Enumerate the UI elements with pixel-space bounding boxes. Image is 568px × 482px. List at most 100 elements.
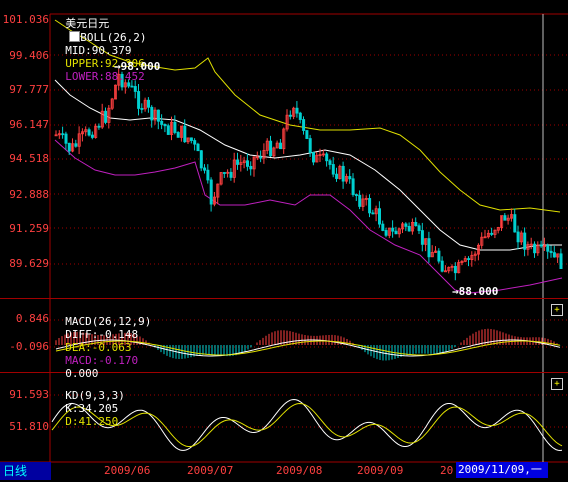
candle-body xyxy=(467,258,471,260)
boll-mid-line xyxy=(54,79,562,251)
candle-body xyxy=(427,238,431,258)
candle-body xyxy=(440,260,444,272)
candle-body xyxy=(552,252,556,258)
candle-body xyxy=(559,253,563,269)
candle-body xyxy=(328,160,332,165)
candle-body xyxy=(341,165,345,182)
boll-mid-value: MID:90.379 xyxy=(65,44,132,57)
candle-body xyxy=(259,156,263,159)
candle-body xyxy=(414,222,418,227)
candle-body xyxy=(311,152,315,163)
candle-body xyxy=(298,112,302,120)
macd-dea-value: DEA:-0.063 xyxy=(65,341,132,354)
candle-body xyxy=(236,159,240,165)
kd-title[interactable]: KD(9,3,3) xyxy=(65,389,125,402)
candle-body xyxy=(133,86,137,92)
candle-body xyxy=(209,179,213,205)
candle-body xyxy=(127,82,131,87)
candle-body xyxy=(358,194,362,207)
symbol-name: 美元日元 xyxy=(65,17,110,30)
boll-indicator-icon[interactable] xyxy=(69,31,81,42)
x-axis-label: 2009/07 xyxy=(187,464,234,477)
boll-indicator-label[interactable]: BOLL(26,2) xyxy=(80,31,146,44)
macd-axis-label: -0.096 xyxy=(9,340,49,353)
candle-body xyxy=(146,99,150,108)
candle-body xyxy=(549,250,553,254)
candle-body xyxy=(61,133,65,136)
candle-body xyxy=(203,167,207,171)
expand-kd-panel-button[interactable]: + xyxy=(551,378,563,390)
candle-body xyxy=(189,137,193,141)
macd-diff-value: DIFF:-0.148 xyxy=(65,328,139,341)
candle-body xyxy=(407,225,411,232)
candle-body xyxy=(325,153,329,162)
candle-body xyxy=(193,140,197,145)
candle-body xyxy=(394,230,398,235)
kd-panel-header: KD(9,3,3) K:34.205 D:41.250 xyxy=(52,376,125,428)
candle-body xyxy=(533,243,537,254)
candle-body xyxy=(503,215,507,221)
macd-axis-label: 0.846 xyxy=(15,312,49,325)
price-axis-label: 94.518 xyxy=(9,152,49,165)
kd-axis-label: 51.810 xyxy=(9,420,49,433)
candle-body xyxy=(64,133,68,144)
expand-macd-panel-button[interactable]: + xyxy=(551,304,563,316)
price-axis-label: 96.147 xyxy=(9,118,49,131)
candle-body xyxy=(490,232,494,235)
candle-body xyxy=(156,109,160,122)
candle-body xyxy=(183,125,187,143)
candle-body xyxy=(546,245,550,252)
candle-body xyxy=(288,114,292,117)
boll-lower-line xyxy=(54,139,563,294)
x-axis-label: 20 xyxy=(440,464,454,477)
candle-body xyxy=(150,106,154,121)
candle-body xyxy=(453,265,457,274)
candle-body xyxy=(74,143,78,147)
candle-body xyxy=(130,85,134,88)
candle-body xyxy=(160,120,164,125)
candle-body xyxy=(381,223,385,231)
candle-body xyxy=(249,165,253,170)
candle-body xyxy=(377,208,381,225)
x-axis-label: 2009/09 xyxy=(357,464,404,477)
candle-body xyxy=(206,169,210,181)
candle-body xyxy=(163,124,167,127)
candle-body xyxy=(348,176,352,180)
candle-body xyxy=(417,225,421,231)
high-price-value: 98.000 xyxy=(120,60,161,73)
kd-axis-label: 91.593 xyxy=(9,388,49,401)
kd-k-value: K:34.205 xyxy=(65,402,119,415)
period-selector[interactable]: 日线 xyxy=(0,462,51,480)
candle-body xyxy=(176,132,180,138)
candle-body xyxy=(196,143,200,152)
candle-body xyxy=(199,150,203,169)
low-price-value: 88.000 xyxy=(458,285,499,298)
candle-body xyxy=(87,129,91,136)
candle-body xyxy=(269,140,273,157)
candle-body xyxy=(513,214,517,233)
candle-body xyxy=(539,244,543,247)
candle-body xyxy=(67,142,71,152)
x-axis-label: 2009/06 xyxy=(104,464,151,477)
candle-body xyxy=(140,108,144,110)
candle-body xyxy=(97,125,101,128)
candle-body xyxy=(104,110,108,123)
candle-body xyxy=(391,227,395,232)
price-axis-label: 92.888 xyxy=(9,188,49,201)
macd-value: MACD:-0.170 xyxy=(65,354,139,367)
candle-body xyxy=(516,231,520,243)
candle-body xyxy=(137,91,141,109)
macd-title[interactable]: MACD(26,12,9) xyxy=(65,315,151,328)
price-axis-label: 91.259 xyxy=(9,222,49,235)
candle-body xyxy=(384,230,388,236)
panel-divider[interactable] xyxy=(0,298,568,299)
cursor-date-label: 2009/11/09,一 xyxy=(456,462,548,478)
price-axis-label: 99.406 xyxy=(9,49,49,62)
candle-body xyxy=(354,194,358,196)
price-axis-label: 89.629 xyxy=(9,257,49,270)
candle-body xyxy=(368,198,372,214)
kd-d-value: D:41.250 xyxy=(65,415,119,428)
high-price-tag: →98.000 xyxy=(114,60,161,73)
candle-body xyxy=(404,223,408,227)
candle-body xyxy=(523,232,527,250)
